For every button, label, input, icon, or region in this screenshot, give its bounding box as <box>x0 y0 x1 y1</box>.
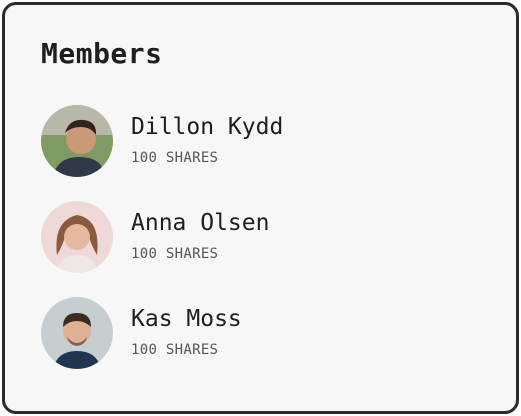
member-shares: 100 SHARES <box>131 246 219 262</box>
member-name: Anna Olsen <box>131 210 270 236</box>
avatar <box>41 201 113 273</box>
avatar <box>41 297 113 369</box>
members-card: Members Dillon Kydd 100 SHARES Anna Olse… <box>2 2 519 414</box>
member-name: Kas Moss <box>131 306 242 332</box>
member-row-dillon-kydd[interactable]: Dillon Kydd 100 SHARES <box>41 105 481 177</box>
avatar <box>41 105 113 177</box>
member-row-kas-moss[interactable]: Kas Moss 100 SHARES <box>41 297 481 369</box>
member-name: Dillon Kydd <box>131 114 284 140</box>
card-title: Members <box>41 37 163 70</box>
member-shares: 100 SHARES <box>131 150 219 166</box>
member-row-anna-olsen[interactable]: Anna Olsen 100 SHARES <box>41 201 481 273</box>
member-shares: 100 SHARES <box>131 342 219 358</box>
